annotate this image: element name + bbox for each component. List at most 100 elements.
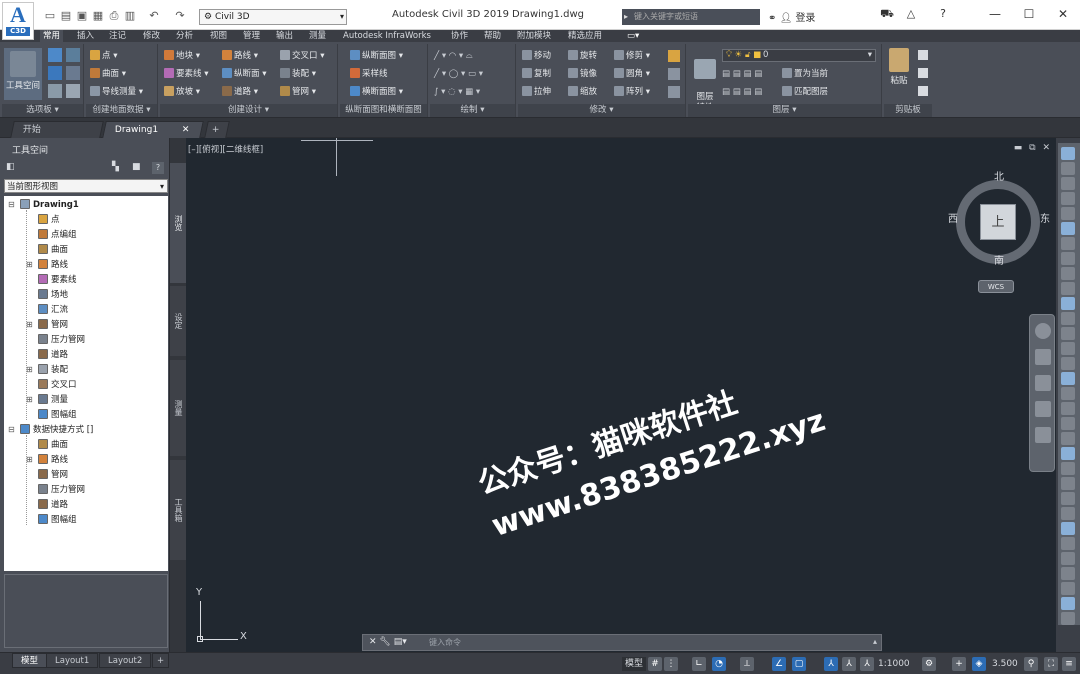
new-file-icon[interactable]: ▭ (42, 8, 58, 24)
command-line-tools-icon[interactable]: ✕ 🔧︎ ▤▾ (369, 637, 407, 647)
fullscreen-icon[interactable]: ⛶ (1044, 657, 1058, 671)
fillet-button[interactable]: 圆角 ▾ (614, 68, 650, 80)
grading-button[interactable]: 放坡 ▾ (164, 86, 200, 98)
new-tab-button[interactable]: + (204, 121, 230, 138)
toolbox-icon[interactable] (66, 66, 80, 80)
palette-icon[interactable]: ◧ (6, 162, 15, 172)
tree-item[interactable]: ⊞ 路线 (26, 453, 68, 467)
command-input[interactable]: 键入命令 (429, 637, 461, 648)
tab-featured-apps[interactable]: 精选应用 (565, 30, 605, 42)
right-toolbar-tool-icon[interactable] (1061, 567, 1075, 580)
right-toolbar-tool-icon[interactable] (1061, 582, 1075, 595)
tab-output[interactable]: 输出 (273, 30, 296, 42)
wcs-menu[interactable]: WCS (978, 280, 1014, 293)
tree-item[interactable]: 交叉口 (38, 378, 77, 392)
right-toolbar-tool-icon[interactable] (1061, 357, 1075, 370)
explode-icon[interactable] (668, 68, 680, 80)
section-views-button[interactable]: 横断面图 ▾ (350, 86, 403, 98)
right-toolbar-tool-icon[interactable] (1061, 177, 1075, 190)
isolate-objects-icon[interactable]: ⚲ (1024, 657, 1038, 671)
item-view-icon[interactable]: ▚ (112, 162, 119, 172)
right-toolbar-tool-icon[interactable] (1061, 162, 1075, 175)
tree-item[interactable]: 管网 (38, 468, 68, 482)
copy-button[interactable]: 复制 (522, 68, 551, 80)
tree-item[interactable]: ⊞ 测量 (26, 393, 68, 407)
annotation-scale-value[interactable]: 1:1000 (878, 657, 910, 671)
tree-item[interactable]: 道路 (38, 348, 68, 362)
tree-item[interactable]: ⊞ 装配 (26, 363, 68, 377)
intersections-button[interactable]: 交叉口 ▾ (280, 50, 324, 62)
panel-title-palettes[interactable]: 选项板 ▾ (2, 104, 83, 117)
right-toolbar-tool-icon[interactable] (1061, 207, 1075, 220)
object-snap-tracking-icon[interactable]: ∠ (772, 657, 786, 671)
side-tab-toolbox[interactable]: 工具箱 (170, 460, 186, 560)
tab-modify[interactable]: 修改 (140, 30, 163, 42)
list-view-icon[interactable]: ■ (132, 162, 141, 172)
compass-south[interactable]: 南 (994, 252, 1004, 267)
right-toolbar-tool-icon[interactable] (1061, 462, 1075, 475)
undo-icon[interactable]: ↶ (146, 8, 162, 24)
panel-title-ground[interactable]: 创建地面数据 ▾ (86, 104, 157, 117)
tree-item[interactable]: ⊟ Drawing1 (8, 198, 79, 212)
model-space-toggle[interactable]: 模型 (622, 657, 647, 671)
login-button[interactable]: ⚭ 👤︎ 登录 (768, 9, 815, 24)
right-toolbar-tool-icon[interactable] (1061, 537, 1075, 550)
tree-item[interactable]: 图幅组 (38, 513, 77, 527)
compass-west[interactable]: 西 (948, 210, 958, 225)
trim-button[interactable]: 修剪 ▾ (614, 50, 650, 62)
tab-survey[interactable]: 测量 (306, 30, 329, 42)
tab-view[interactable]: 视图 (207, 30, 230, 42)
parcels-button[interactable]: 地块 ▾ (164, 50, 200, 62)
layer-tools-row1[interactable]: ▤ ▤ ▤ ▤ (722, 68, 762, 80)
expand-icon[interactable]: ⊞ (26, 318, 33, 332)
right-toolbar-tool-icon[interactable] (1061, 297, 1075, 310)
tree-item[interactable]: 点 (38, 213, 60, 227)
help-icon[interactable]: ? (928, 7, 958, 20)
tab-drawing1[interactable]: Drawing1 ✕ (102, 121, 204, 138)
right-toolbar-tool-icon[interactable] (1061, 402, 1075, 415)
search-input[interactable]: ▸ 键入关键字或短语 (622, 9, 760, 25)
offset-icon[interactable] (668, 86, 680, 98)
chevron-up-icon[interactable]: ▴ (873, 637, 877, 646)
surfaces-button[interactable]: 曲面 ▾ (90, 68, 126, 80)
civil-3d-layer-icon[interactable]: ◈ (972, 657, 986, 671)
ortho-icon[interactable]: ∟ (692, 657, 706, 671)
minimize-button[interactable]: — (980, 7, 1010, 21)
layer-tools-row2[interactable]: ▤ ▤ ▤ ▤ (722, 86, 762, 98)
annotation-visibility-icon[interactable]: ⅄ (824, 657, 838, 671)
make-current-button[interactable]: 置为当前 (782, 68, 828, 80)
points-button[interactable]: 点 ▾ (90, 50, 117, 62)
copy-base-icon[interactable] (918, 86, 928, 96)
right-toolbar-tool-icon[interactable] (1061, 597, 1075, 610)
side-tab-prospector[interactable]: 浏览 (170, 163, 186, 283)
panel-title-draw[interactable]: 绘制 ▾ (430, 104, 515, 117)
match-layer-button[interactable]: 匹配图层 (782, 86, 828, 98)
tab-help[interactable]: 帮助 (481, 30, 504, 42)
expand-icon[interactable]: ⊞ (26, 363, 33, 377)
tab-start[interactable]: 开始 (10, 121, 104, 138)
right-toolbar-tool-icon[interactable] (1061, 432, 1075, 445)
close-button[interactable]: ✕ (1048, 7, 1078, 21)
rotate-button[interactable]: 旋转 (568, 50, 597, 62)
tab-infraworks[interactable]: Autodesk InfraWorks (340, 30, 434, 42)
save-as-icon[interactable]: ▦ (90, 8, 106, 24)
restore-icon[interactable]: ⧉ (1029, 143, 1035, 153)
right-toolbar-tool-icon[interactable] (1061, 147, 1075, 160)
tree-item[interactable]: 曲面 (38, 243, 68, 257)
layer-select[interactable]: 💡︎ ☀ 🔓︎ ■ 0 ▾ (722, 49, 876, 62)
corridors-button[interactable]: 道路 ▾ (222, 86, 258, 98)
properties-icon[interactable] (48, 84, 62, 98)
settings-icon[interactable] (66, 48, 80, 62)
right-toolbar-tool-icon[interactable] (1061, 417, 1075, 430)
tab-collaborate[interactable]: 协作 (448, 30, 471, 42)
compass-east[interactable]: 东 (1040, 210, 1050, 225)
array-button[interactable]: 阵列 ▾ (614, 86, 650, 98)
app-logo-button[interactable]: A C3D (2, 2, 34, 40)
tab-insert[interactable]: 插入 (74, 30, 97, 42)
tree-item[interactable]: ⊟ 数据快捷方式 [] (8, 423, 93, 437)
maximize-button[interactable]: ☐ (1014, 7, 1044, 21)
right-toolbar-tool-icon[interactable] (1061, 477, 1075, 490)
close-icon[interactable]: ✕ (1042, 143, 1050, 153)
tree-item[interactable]: 场地 (38, 288, 68, 302)
right-toolbar-tool-icon[interactable] (1061, 192, 1075, 205)
